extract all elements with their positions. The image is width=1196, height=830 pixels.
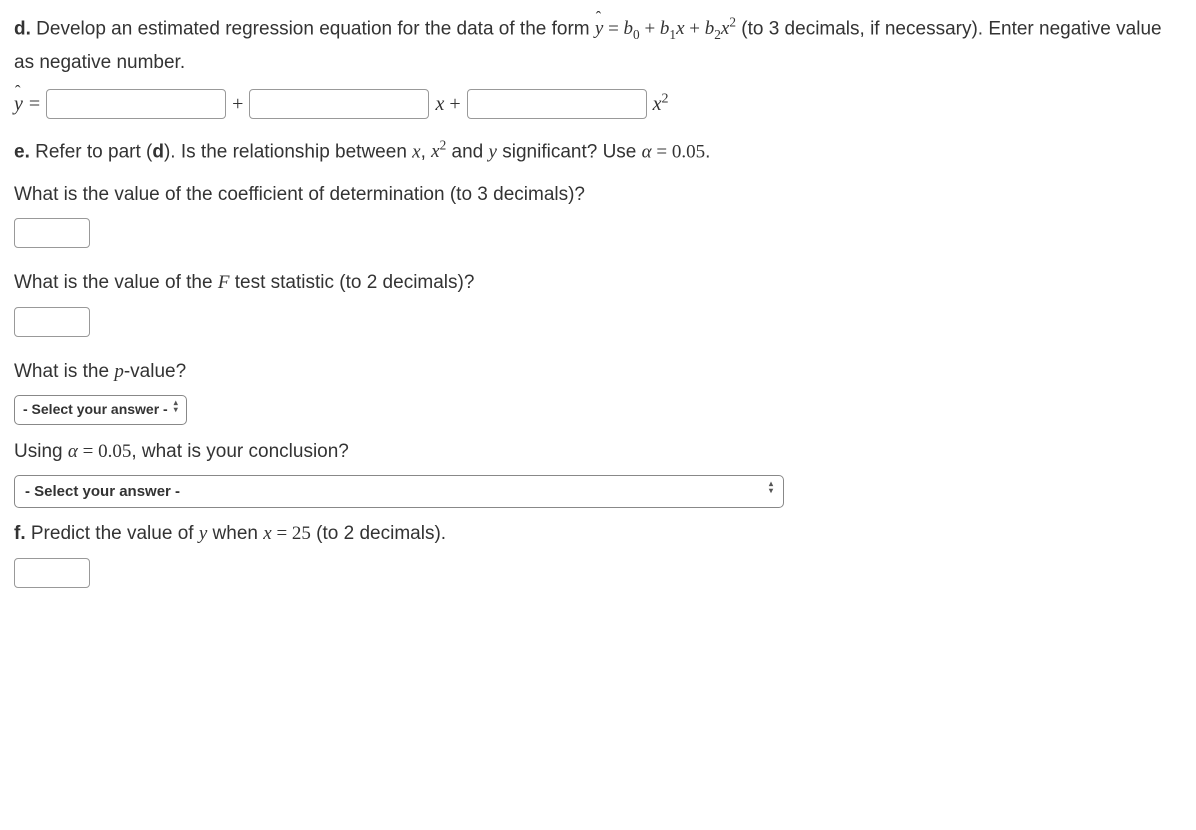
input-predict-y[interactable] (14, 558, 90, 588)
label-f: f. (14, 523, 26, 544)
question-d: d. Develop an estimated regression equat… (14, 12, 1182, 79)
eq-b0: b0 (624, 18, 640, 39)
label-e: e. (14, 141, 30, 162)
eq-b1x: b1x (660, 18, 685, 39)
input-coef-det[interactable] (14, 218, 90, 248)
select-p-value[interactable]: - Select your answer - ▴▾ (14, 395, 187, 425)
input-b2[interactable] (467, 89, 647, 119)
stepper-icon: ▴▾ (174, 403, 178, 417)
stepper-icon: ▴▾ (769, 484, 773, 498)
select-conclusion[interactable]: - Select your answer - ▴▾ (14, 475, 784, 509)
eq-b2x2: b2x2 (705, 18, 736, 39)
select-p-value-label: - Select your answer - (23, 398, 168, 422)
question-f-stat: What is the value of the F test statisti… (14, 267, 1182, 299)
eq-equals: = (603, 18, 623, 39)
input-b0[interactable] (46, 89, 226, 119)
eq-yhat: ˆy (595, 18, 603, 39)
select-conclusion-label: - Select your answer - (25, 479, 180, 505)
yhat-symbol: ˆy (14, 87, 23, 121)
question-e: e. Refer to part (d). Is the relationshi… (14, 135, 1182, 169)
input-b1[interactable] (249, 89, 429, 119)
question-f: f. Predict the value of y when x = 25 (t… (14, 518, 1182, 550)
question-p-value: What is the p-value? (14, 356, 1182, 388)
text-d-pre: Develop an estimated regression equation… (31, 18, 595, 39)
question-conclusion: Using α = 0.05, what is your conclusion? (14, 436, 1182, 468)
equation-input-line: ˆy = + x + x2 (14, 87, 1182, 121)
question-coef-det: What is the value of the coefficient of … (14, 179, 1182, 211)
label-d: d. (14, 18, 31, 39)
input-f-stat[interactable] (14, 307, 90, 337)
